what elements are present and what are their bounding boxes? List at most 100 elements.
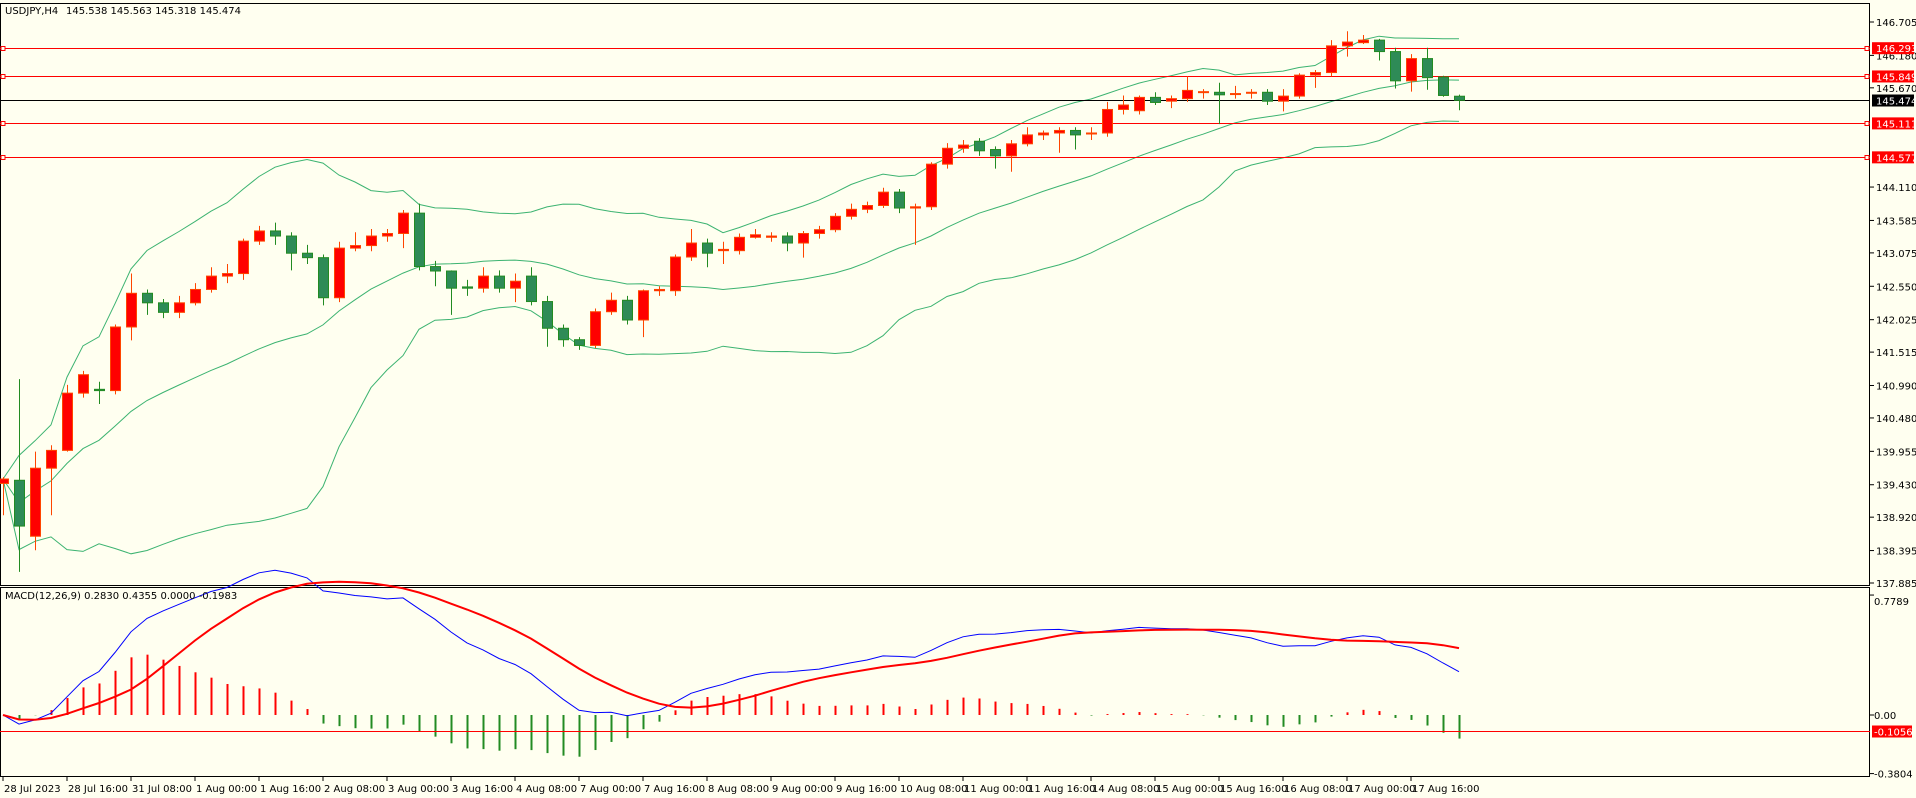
- candle-body: [590, 311, 601, 346]
- candle-body: [1406, 58, 1417, 82]
- candle-body: [382, 232, 393, 237]
- level-price-label: 145.849: [1876, 72, 1916, 83]
- time-tick-label: 1 Aug 16:00: [260, 784, 321, 795]
- candle-body: [270, 230, 281, 237]
- time-tick-label: 11 Aug 16:00: [1028, 784, 1095, 795]
- bear-candle: [318, 254, 329, 306]
- time-tick-label: 7 Aug 16:00: [644, 784, 705, 795]
- time-tick-label: 15 Aug 16:00: [1220, 784, 1287, 795]
- candle-body: [1278, 95, 1289, 102]
- macd-tick-label: 0.7789: [1874, 597, 1909, 608]
- candle-body: [1166, 98, 1177, 102]
- candle-body: [734, 236, 745, 252]
- candle-body: [126, 292, 137, 328]
- candle-body: [718, 248, 729, 252]
- candle-body: [1086, 132, 1097, 135]
- level-handle-left: [0, 46, 6, 51]
- macd-level-label: -0.1056: [1874, 728, 1913, 739]
- price-tick-label: 145.670: [1876, 84, 1916, 95]
- candle-body: [46, 449, 57, 469]
- level-price-label: 146.293: [1876, 44, 1916, 55]
- candle-body: [926, 163, 937, 208]
- level-price-label: 145.111: [1876, 119, 1916, 130]
- time-tick-label: 3 Aug 00:00: [388, 784, 449, 795]
- level-handle-right: [1864, 74, 1870, 79]
- time-tick-label: 9 Aug 00:00: [772, 784, 833, 795]
- level-handle-left: [0, 74, 6, 79]
- candle-body: [254, 230, 265, 242]
- price-tick-label: 137.885: [1876, 579, 1916, 590]
- candle-body: [494, 275, 505, 289]
- candle-body: [1374, 39, 1385, 53]
- macd-tick-label: 0.00: [1874, 711, 1896, 722]
- candle-body: [990, 149, 1001, 157]
- macd-tick-label: -0.3804: [1874, 770, 1913, 781]
- bull-candle: [670, 254, 681, 296]
- time-tick-label: 15 Aug 00:00: [1156, 784, 1223, 795]
- candle-body: [766, 235, 777, 238]
- bull-candle: [238, 238, 249, 280]
- level-handle-left: [0, 155, 6, 160]
- time-tick-label: 9 Aug 16:00: [836, 784, 897, 795]
- bull-candle: [78, 370, 89, 398]
- time-tick-label: 3 Aug 16:00: [452, 784, 513, 795]
- candle-body: [686, 242, 697, 258]
- candle-body: [1246, 91, 1257, 94]
- candle-body: [350, 245, 361, 249]
- time-tick-label: 8 Aug 08:00: [708, 784, 769, 795]
- ohlc-readout: 145.538 145.563 145.318 145.474: [66, 6, 241, 17]
- candle-body: [574, 339, 585, 346]
- candle-body: [542, 301, 553, 329]
- candle-body: [14, 479, 25, 527]
- candle-body: [174, 302, 185, 313]
- price-tick-label: 140.990: [1876, 382, 1916, 393]
- candle-body: [190, 288, 201, 304]
- candle-body: [670, 256, 681, 292]
- time-tick-label: 28 Jul 2023: [4, 784, 61, 795]
- candle-body: [1134, 96, 1145, 112]
- candle-body: [1390, 51, 1401, 82]
- candle-body: [30, 467, 41, 537]
- candle-body: [606, 299, 617, 313]
- price-tick-label: 141.515: [1876, 348, 1916, 359]
- candle-body: [942, 147, 953, 165]
- candle-body: [1118, 104, 1129, 110]
- candle-body: [478, 275, 489, 289]
- price-tick-label: 140.480: [1876, 414, 1916, 425]
- candle-body: [414, 212, 425, 268]
- candle-body: [238, 240, 249, 275]
- price-tick-label: 138.920: [1876, 513, 1916, 524]
- price-tick-label: 146.705: [1876, 18, 1916, 29]
- candle-body: [1038, 132, 1049, 136]
- candle-body: [1102, 108, 1113, 134]
- candle-body: [1342, 41, 1353, 47]
- time-tick-label: 31 Jul 08:00: [132, 784, 192, 795]
- candle-body: [334, 247, 345, 299]
- candle-body: [302, 252, 313, 259]
- candle-body: [1454, 95, 1465, 101]
- candle-body: [222, 273, 233, 277]
- candle-body: [1358, 39, 1369, 44]
- level-handle-right: [1864, 46, 1870, 51]
- time-tick-label: 4 Aug 08:00: [516, 784, 577, 795]
- candle-body: [1022, 134, 1033, 145]
- candle-body: [142, 292, 153, 304]
- time-tick-label: 7 Aug 00:00: [580, 784, 641, 795]
- price-tick-label: 144.110: [1876, 183, 1916, 194]
- bull-candle: [334, 241, 345, 303]
- candle-body: [1438, 76, 1449, 96]
- candle-body: [526, 275, 537, 303]
- candle-body: [814, 229, 825, 234]
- candle-body: [878, 191, 889, 207]
- chart-canvas[interactable]: 146.705146.180145.670144.110143.585143.0…: [0, 0, 1916, 798]
- bull-candle: [830, 213, 841, 233]
- time-tick-label: 1 Aug 00:00: [196, 784, 257, 795]
- time-tick-label: 10 Aug 08:00: [900, 784, 967, 795]
- candle-body: [910, 206, 921, 209]
- candle-body: [94, 388, 105, 392]
- candle-body: [158, 302, 169, 313]
- level-handle-left: [0, 121, 6, 126]
- price-tick-label: 143.585: [1876, 216, 1916, 227]
- candle-body: [318, 257, 329, 299]
- candle-body: [702, 242, 713, 254]
